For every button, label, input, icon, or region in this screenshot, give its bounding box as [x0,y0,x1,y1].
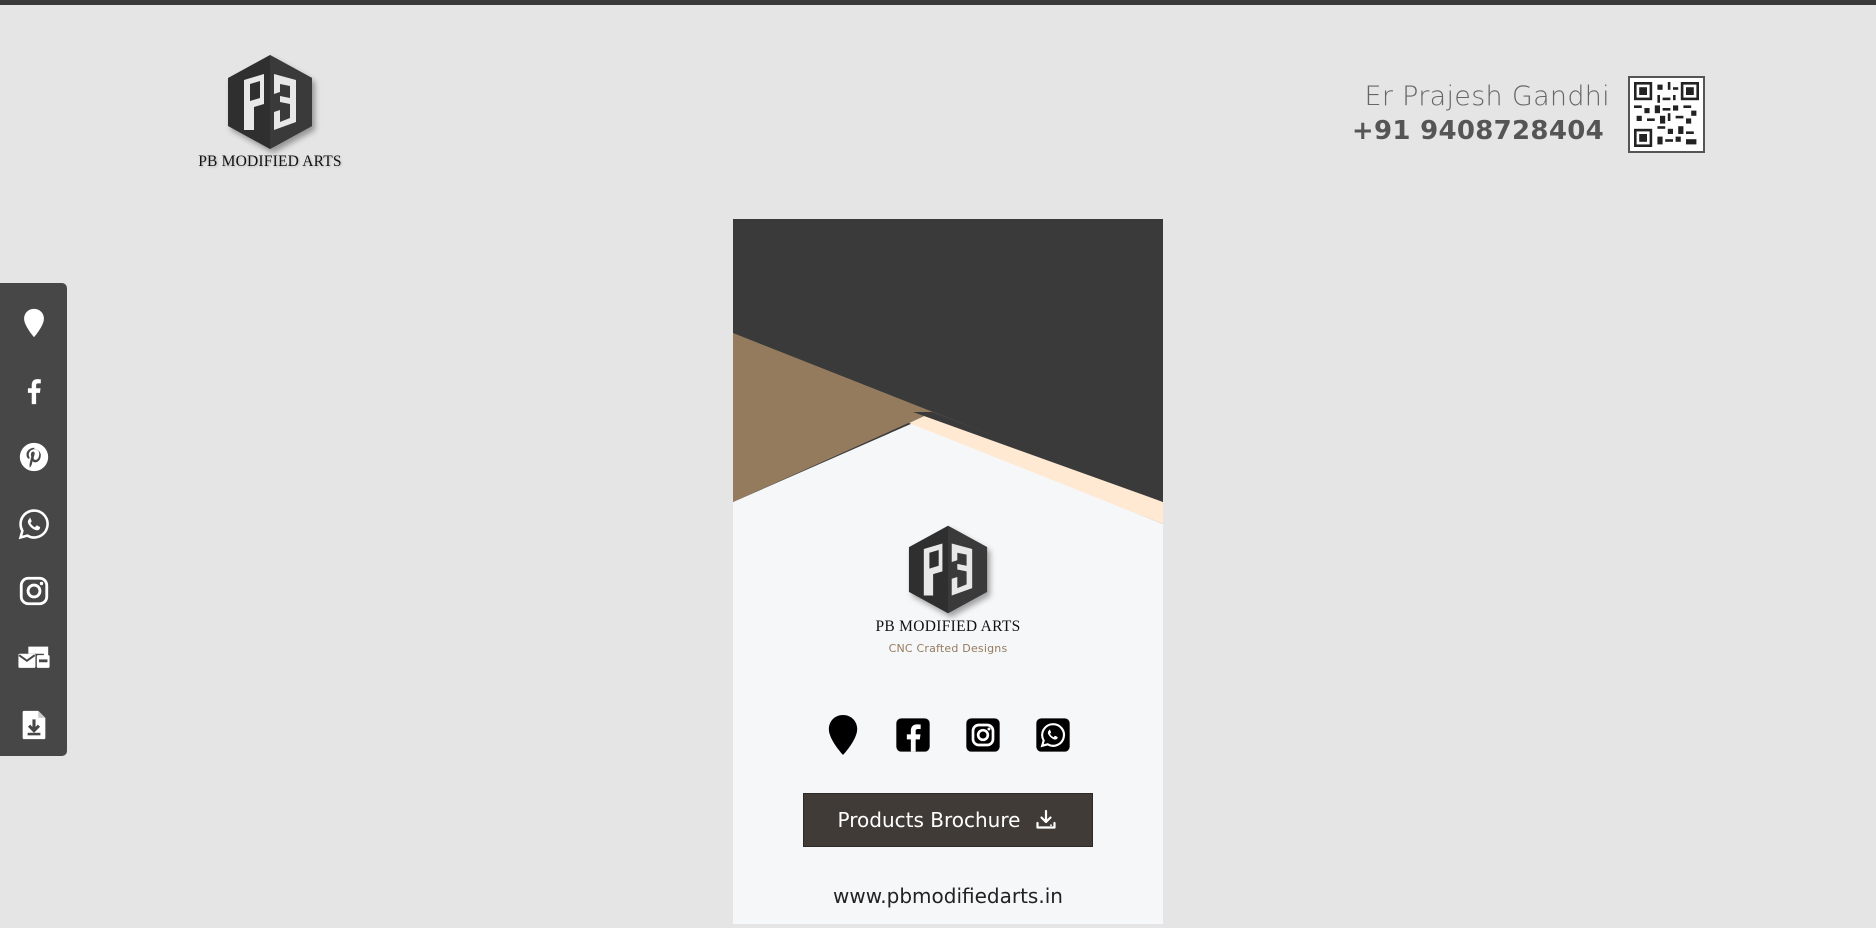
header-contact: Er Prajesh Gandhi +91 9408728404 [1352,80,1610,148]
instagram-icon [966,718,1000,752]
products-brochure-button[interactable]: Products Brochure [803,793,1093,847]
contact-name: Er Prajesh Gandhi [1364,81,1610,112]
card-social-icons [733,711,1163,759]
pb-logo-icon [908,525,988,614]
social-sidebar [0,283,67,756]
sidebar-instagram-link[interactable] [0,563,67,619]
card-tagline: CNC Crafted Designs [888,642,1008,655]
whatsapp-icon [18,509,49,540]
top-border [0,0,1876,5]
file-download-icon [22,710,45,740]
website-link[interactable]: www.pbmodifiedarts.in [733,884,1163,908]
card-company-name: PB MODIFIED ARTS [875,618,1021,635]
sidebar-download-link[interactable] [0,697,67,753]
qr-code-icon [1634,82,1699,147]
business-card: PB MODIFIED ARTS CNC Crafted Designs Pro… [733,219,1163,924]
card-instagram-link[interactable] [963,713,1003,757]
facebook-icon [27,379,41,405]
card-facebook-link[interactable] [893,713,933,757]
whatsapp-icon [1036,718,1070,752]
facebook-icon [896,718,930,752]
download-icon [1036,809,1057,829]
card-whatsapp-link[interactable] [1033,713,1073,757]
contact-phone[interactable]: +91 9408728404 [1352,114,1610,148]
card-logo: PB MODIFIED ARTS CNC Crafted Designs [733,523,1163,655]
location-pin-icon [828,715,858,755]
sidebar-location-link[interactable] [0,295,67,351]
contact-cards-icon [17,646,50,668]
pinterest-icon [19,442,48,472]
card-header-graphic [733,219,1163,524]
sidebar-whatsapp-link[interactable] [0,496,67,552]
header-company-name: PB MODIFIED ARTS [198,153,342,170]
products-brochure-label: Products Brochure [837,808,1021,832]
card-location-link[interactable] [823,713,863,757]
sidebar-facebook-link[interactable] [0,362,67,418]
sidebar-contact-link[interactable] [0,630,67,686]
sidebar-pinterest-link[interactable] [0,429,67,485]
header-logo[interactable]: PB MODIFIED ARTS [190,52,350,177]
location-pin-icon [23,308,44,338]
qr-code[interactable] [1628,76,1705,153]
pb-logo-icon [228,55,312,149]
instagram-icon [19,576,48,606]
